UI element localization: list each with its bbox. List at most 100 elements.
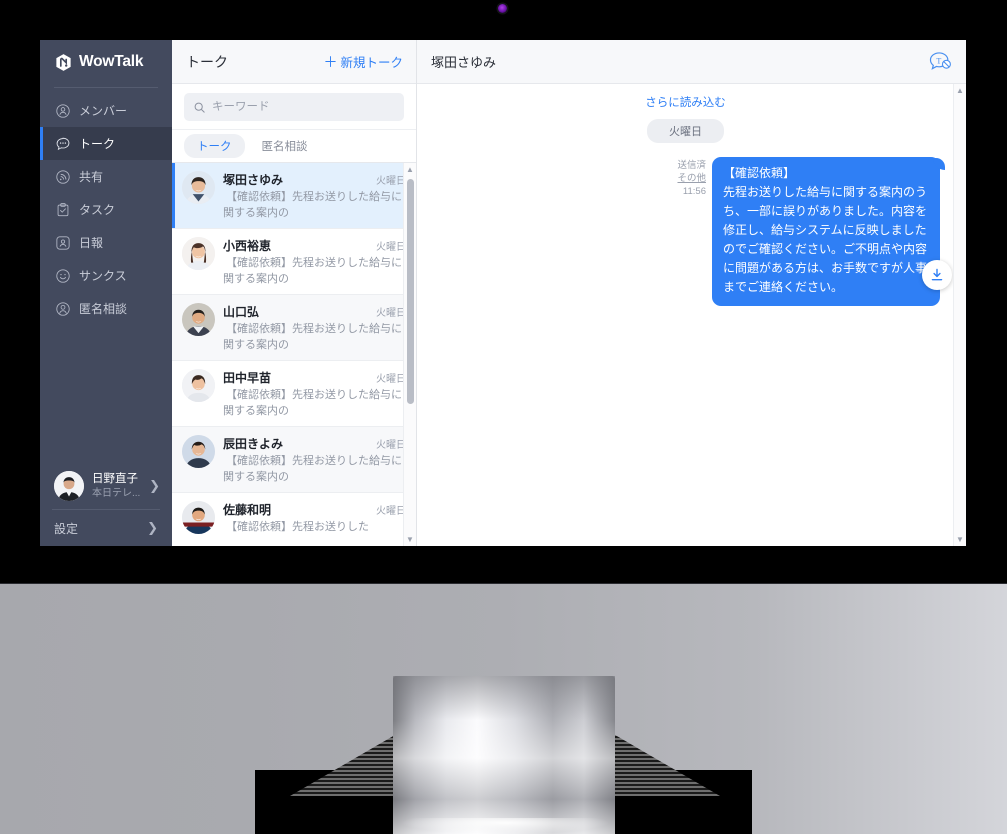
- scroll-down-arrow-icon[interactable]: ▼: [954, 533, 966, 546]
- sidebar-item-share[interactable]: 共有: [40, 160, 172, 193]
- avatar: [182, 237, 215, 270]
- talk-item-preview: 【確認依頼】先程お送りした: [226, 521, 369, 533]
- chat-scrollbar[interactable]: ▲ ▼: [953, 84, 966, 546]
- stand-base-glow: [400, 818, 610, 834]
- sidebar-nav: メンバー トーク 共有 タスク 日報 サンクス 匿名相談: [40, 94, 172, 325]
- chat-panel: 塚田さゆみ T さらに読み込む 火曜日 送信済 その他 11:56 【確認依頼】…: [417, 40, 966, 546]
- scrollbar-thumb[interactable]: [407, 179, 414, 404]
- sidebar-item-talk[interactable]: トーク: [40, 127, 172, 160]
- chevron-right-icon: ❯: [149, 478, 160, 493]
- message-meta: 送信済 その他 11:56: [677, 157, 706, 198]
- talk-list-scrollbar[interactable]: ▲ ▼: [403, 163, 416, 546]
- scroll-down-arrow-icon[interactable]: ▼: [404, 533, 416, 546]
- sidebar-item-label: トーク: [79, 137, 116, 151]
- talk-item-top-row: 田中早苗 火曜日: [223, 369, 406, 386]
- talk-item-preview: 【確認依頼】先程お送りした給与に関する案内の: [223, 323, 402, 351]
- sidebar-item-label: 共有: [79, 170, 104, 184]
- talk-item-body: 辰田きよみ 火曜日 【確認依頼】先程お送りした給与に関する案内の: [223, 435, 406, 484]
- message-bubble[interactable]: 【確認依頼】 先程お送りした給与に関する案内のうち、一部に誤りがありました。内容…: [712, 157, 945, 306]
- search-area: [172, 84, 416, 130]
- talk-item-top-row: 小西裕恵 火曜日: [223, 237, 406, 254]
- profile-card[interactable]: 日野直子 本日テレ... ❯: [40, 465, 172, 509]
- talk-item-name: 小西裕恵: [223, 239, 272, 253]
- talk-item-time: 火曜日: [376, 506, 406, 517]
- talk-item-time: 火曜日: [376, 176, 406, 187]
- message-time: 11:56: [682, 186, 706, 197]
- date-divider-chip: 火曜日: [647, 119, 724, 143]
- talk-item-preview: 【確認依頼】先程お送りした給与に関する案内の: [223, 389, 402, 417]
- talk-list-panel: トーク ＋ 新規トーク トーク 匿名相談: [172, 40, 417, 546]
- talk-item-body: 佐藤和明 火曜日 【確認依頼】先程お送りした: [223, 501, 406, 546]
- sidebar-item-thanks[interactable]: サンクス: [40, 259, 172, 292]
- talk-list-item[interactable]: 辰田きよみ 火曜日 【確認依頼】先程お送りした給与に関する案内の: [172, 427, 416, 493]
- chevron-right-icon: ❯: [147, 520, 158, 535]
- monitor-device: WowTalk メンバー トーク 共有 タスク 日報 サンクス 匿名相談 日野直…: [0, 0, 1007, 834]
- talk-list-item[interactable]: 田中早苗 火曜日 【確認依頼】先程お送りした給与に関する案内の: [172, 361, 416, 427]
- talk-item-top-row: 辰田きよみ 火曜日: [223, 435, 406, 452]
- avatar-image: [182, 435, 215, 468]
- message-status: 送信済: [677, 160, 706, 171]
- talk-item-body: 山口弘 火曜日 【確認依頼】先程お送りした給与に関する案内の: [223, 303, 406, 352]
- chat-header: 塚田さゆみ T: [417, 40, 966, 84]
- avatar: [182, 303, 215, 336]
- talk-item-top-row: 佐藤和明 火曜日: [223, 501, 406, 518]
- talk-list-tabs: トーク 匿名相談: [172, 130, 416, 163]
- avatar-image: [182, 369, 215, 402]
- profile-name: 日野直子: [92, 473, 138, 485]
- talk-list-item[interactable]: 塚田さゆみ 火曜日 【確認依頼】先程お送りした給与に関する案内の: [172, 163, 416, 229]
- wowtalk-hex-logo-icon: [56, 53, 71, 71]
- plus-icon: ＋: [323, 53, 338, 70]
- panel-title: トーク: [186, 53, 228, 70]
- sidebar-item-members[interactable]: メンバー: [40, 94, 172, 127]
- brand-divider: [54, 87, 158, 88]
- talk-item-body: 小西裕恵 火曜日 【確認依頼】先程お送りした給与に関する案内の: [223, 237, 406, 286]
- talk-list-item[interactable]: 山口弘 火曜日 【確認依頼】先程お送りした給与に関する案内の: [172, 295, 416, 361]
- share-broadcast-icon: [56, 169, 70, 184]
- anonymous-person-icon: [56, 301, 70, 316]
- talk-item-preview: 【確認依頼】先程お送りした給与に関する案内の: [223, 257, 402, 285]
- brand: WowTalk: [40, 40, 172, 84]
- talk-item-time: 火曜日: [376, 242, 406, 253]
- search-box[interactable]: [184, 93, 404, 121]
- talk-item-name: 田中早苗: [223, 371, 272, 385]
- avatar-image: [182, 501, 215, 534]
- translate-bubble-icon[interactable]: T: [928, 50, 952, 74]
- talk-item-body: 田中早苗 火曜日 【確認依頼】先程お送りした給与に関する案内の: [223, 369, 406, 418]
- avatar: [182, 501, 215, 534]
- scroll-up-arrow-icon[interactable]: ▲: [404, 163, 416, 176]
- profile-meta: 日野直子 本日テレ...: [92, 472, 141, 500]
- talk-item-preview: 【確認依頼】先程お送りした給与に関する案内の: [223, 191, 402, 219]
- talk-item-time: 火曜日: [376, 440, 406, 451]
- sidebar-item-daily-report[interactable]: 日報: [40, 226, 172, 259]
- sidebar-item-task[interactable]: タスク: [40, 193, 172, 226]
- member-circle-icon: [56, 103, 70, 118]
- talk-item-top-row: 塚田さゆみ 火曜日: [223, 171, 406, 188]
- tab-anonymous-consult[interactable]: 匿名相談: [249, 134, 321, 158]
- scroll-to-bottom-button[interactable]: [922, 260, 952, 290]
- avatar-image: [182, 303, 215, 336]
- sidebar-item-label: メンバー: [79, 104, 128, 118]
- scroll-up-arrow-icon[interactable]: ▲: [954, 84, 966, 97]
- task-clipboard-icon: [57, 202, 69, 216]
- message-more-link[interactable]: その他: [677, 172, 706, 185]
- avatar: [54, 471, 84, 501]
- talk-item-name: 山口弘: [223, 305, 260, 319]
- thanks-smiley-icon: [56, 268, 70, 283]
- talk-bubble-icon: [56, 137, 70, 150]
- profile-avatar-image: [54, 471, 84, 501]
- talk-item-time: 火曜日: [376, 308, 406, 319]
- message-row-outgoing: 送信済 その他 11:56 【確認依頼】 先程お送りした給与に関する案内のうち、…: [431, 157, 945, 306]
- new-talk-button[interactable]: ＋ 新規トーク: [323, 52, 403, 71]
- sidebar-item-label: タスク: [79, 203, 116, 217]
- tab-talk[interactable]: トーク: [184, 134, 245, 158]
- chat-header-actions: T: [928, 50, 952, 74]
- talk-list-header: トーク ＋ 新規トーク: [172, 40, 416, 84]
- talk-list-item[interactable]: 佐藤和明 火曜日 【確認依頼】先程お送りした: [172, 493, 416, 546]
- talk-item-name: 辰田きよみ: [223, 437, 284, 451]
- settings-button[interactable]: 設定 ❯: [40, 510, 172, 546]
- talk-item-preview: 【確認依頼】先程お送りした給与に関する案内の: [223, 455, 402, 483]
- load-more-link[interactable]: さらに読み込む: [431, 94, 940, 110]
- talk-list-item[interactable]: 小西裕恵 火曜日 【確認依頼】先程お送りした給与に関する案内の: [172, 229, 416, 295]
- search-input[interactable]: [212, 101, 395, 113]
- sidebar-item-anonymous-consult[interactable]: 匿名相談: [40, 292, 172, 325]
